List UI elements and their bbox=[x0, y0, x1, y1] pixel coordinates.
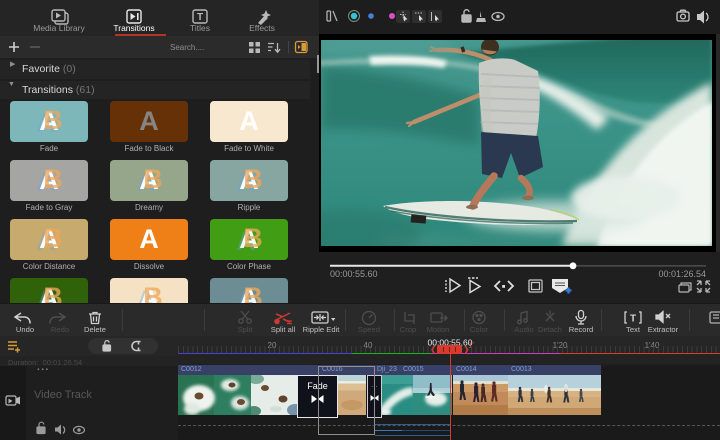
svg-text:Split all: Split all bbox=[271, 325, 296, 334]
svg-text:Crop: Crop bbox=[400, 325, 416, 334]
svg-text:Motion: Motion bbox=[427, 325, 450, 334]
svg-text:T: T bbox=[630, 314, 636, 325]
svg-text:Detach: Detach bbox=[538, 325, 562, 334]
svg-text:Extractor: Extractor bbox=[648, 325, 679, 334]
svg-text:Speed: Speed bbox=[358, 325, 380, 334]
svg-text:00:00:55.60: 00:00:55.60 bbox=[330, 269, 378, 279]
svg-text:Record: Record bbox=[569, 325, 593, 334]
svg-text:Redo: Redo bbox=[51, 325, 69, 334]
svg-text:Color: Color bbox=[470, 325, 489, 334]
svg-text:Delete: Delete bbox=[84, 325, 106, 334]
svg-text:Split: Split bbox=[238, 325, 254, 334]
svg-text:Undo: Undo bbox=[16, 325, 34, 334]
svg-text:Audio: Audio bbox=[514, 325, 533, 334]
svg-text:Search....: Search.... bbox=[170, 43, 204, 52]
svg-text:00:01:26.54: 00:01:26.54 bbox=[658, 269, 706, 279]
svg-text:Text: Text bbox=[626, 325, 641, 334]
svg-text:T: T bbox=[197, 12, 203, 23]
svg-text:Ripple Edit: Ripple Edit bbox=[303, 325, 341, 334]
